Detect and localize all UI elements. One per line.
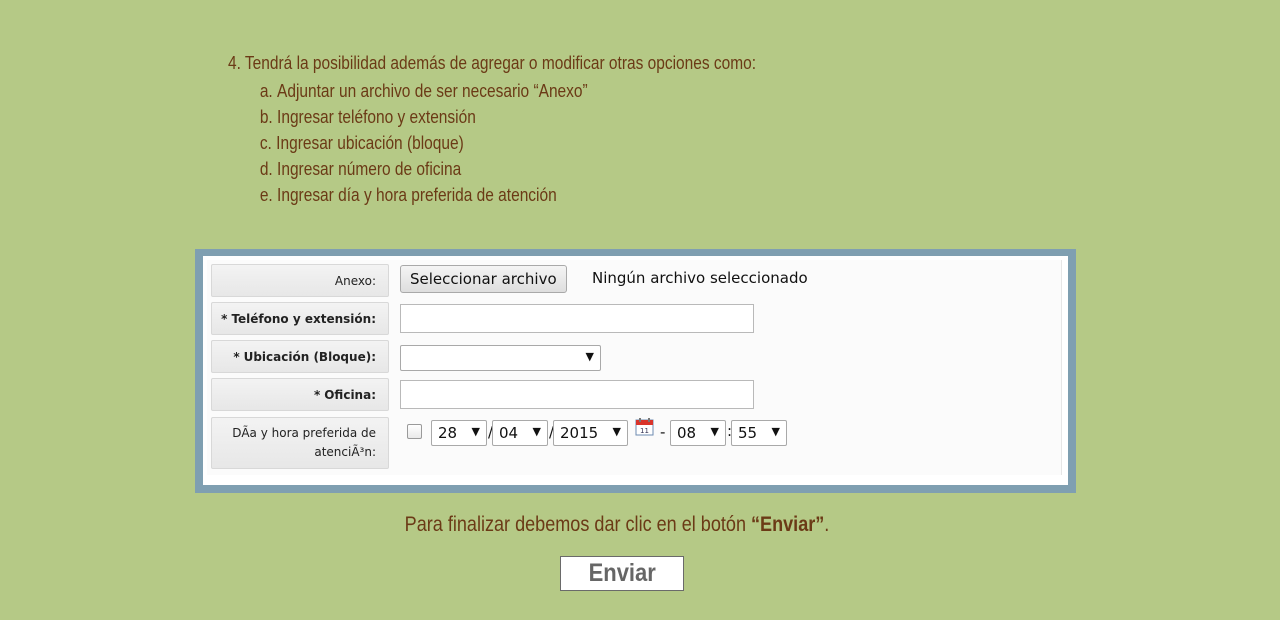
list-item-text: Ingresar día y hora preferida de atenció…	[277, 185, 557, 205]
form-body: Anexo: Seleccionar archivo Ningún archiv…	[207, 260, 1062, 475]
form-panel: Anexo: Seleccionar archivo Ningún archiv…	[203, 256, 1068, 485]
required-star: *	[221, 311, 228, 326]
list-item-text: Adjuntar un archivo de ser necesario “An…	[277, 81, 588, 101]
fecha-label-line2: atenciÃ³n:	[314, 445, 376, 459]
telefono-label: * Teléfono y extensión:	[211, 302, 389, 335]
year-value: 2015	[560, 424, 599, 442]
final-instruction: Para finalizar debemos dar clic en el bo…	[86, 513, 1147, 537]
list-marker: c.	[259, 133, 272, 153]
chevron-down-icon: ▼	[585, 350, 594, 363]
chevron-down-icon: ▼	[532, 425, 541, 438]
oficina-label-text: Oficina:	[324, 387, 376, 402]
form-screenshot-frame: Anexo: Seleccionar archivo Ningún archiv…	[195, 249, 1076, 493]
svg-text:11: 11	[640, 427, 649, 435]
list-marker: d.	[259, 159, 273, 179]
options-list: a. Adjuntar un archivo de ser necesario “…	[228, 78, 756, 208]
hour-select[interactable]: 08 ▼	[670, 420, 726, 446]
year-select[interactable]: 2015 ▼	[553, 420, 628, 446]
fecha-label-line1: DÃa y hora preferida de	[232, 426, 376, 440]
list-marker: a.	[259, 81, 273, 101]
time-dash: -	[660, 423, 666, 441]
list-item-text: Ingresar teléfono y extensión	[277, 107, 476, 127]
list-marker: e.	[259, 185, 273, 205]
list-item-text: Ingresar número de oficina	[277, 159, 462, 179]
final-text-bold: “Enviar”	[751, 513, 825, 536]
final-text-before: Para finalizar debemos dar clic en el bo…	[404, 513, 752, 536]
anexo-label: Anexo:	[211, 264, 389, 297]
anexo-label-text: Anexo:	[334, 273, 376, 288]
list-item: e. Ingresar día y hora preferida de atenc…	[260, 182, 756, 208]
hour-value: 08	[677, 424, 697, 442]
final-text-after: .	[824, 513, 830, 536]
ubicacion-label-text: Ubicación (Bloque):	[243, 349, 376, 364]
instructions-lead: 4. Tendrá la posibilidad además de agreg…	[228, 53, 757, 73]
telefono-input[interactable]	[400, 304, 754, 333]
file-status-text: Ningún archivo seleccionado	[592, 269, 808, 287]
list-item: d. Ingresar número de oficina	[260, 156, 756, 182]
chevron-down-icon: ▼	[710, 425, 719, 438]
month-select[interactable]: 04 ▼	[492, 420, 548, 446]
chevron-down-icon: ▼	[471, 425, 480, 438]
enviar-button-label: Enviar	[588, 559, 656, 587]
list-item: c. Ingresar ubicación (bloque)	[260, 130, 756, 156]
list-item-text: Ingresar ubicación (bloque)	[276, 133, 464, 153]
oficina-input[interactable]	[400, 380, 754, 409]
fecha-label: DÃa y hora preferida de atenciÃ³n:	[211, 417, 389, 469]
day-value: 28	[438, 424, 458, 442]
chevron-down-icon: ▼	[771, 425, 780, 438]
minute-select[interactable]: 55 ▼	[731, 420, 787, 446]
ubicacion-select[interactable]: ▼	[400, 345, 601, 371]
list-marker: b.	[259, 107, 273, 127]
enviar-button[interactable]: Enviar	[560, 556, 684, 591]
chevron-down-icon: ▼	[612, 425, 621, 438]
ubicacion-label: * Ubicación (Bloque):	[211, 340, 389, 373]
telefono-label-text: Teléfono y extensión:	[231, 311, 376, 326]
instructions-block: 4. Tendrá la posibilidad además de agreg…	[228, 52, 756, 208]
fecha-enable-checkbox[interactable]	[407, 424, 422, 439]
month-value: 04	[499, 424, 519, 442]
oficina-label: * Oficina:	[211, 378, 389, 411]
required-star: *	[313, 387, 321, 402]
required-star: *	[233, 349, 240, 364]
select-file-button[interactable]: Seleccionar archivo	[400, 265, 567, 293]
list-item: a. Adjuntar un archivo de ser necesario “…	[260, 78, 756, 104]
calendar-icon[interactable]: 11	[635, 417, 654, 436]
day-select[interactable]: 28 ▼	[431, 420, 487, 446]
minute-value: 55	[738, 424, 758, 442]
list-item: b. Ingresar teléfono y extensión	[260, 104, 756, 130]
